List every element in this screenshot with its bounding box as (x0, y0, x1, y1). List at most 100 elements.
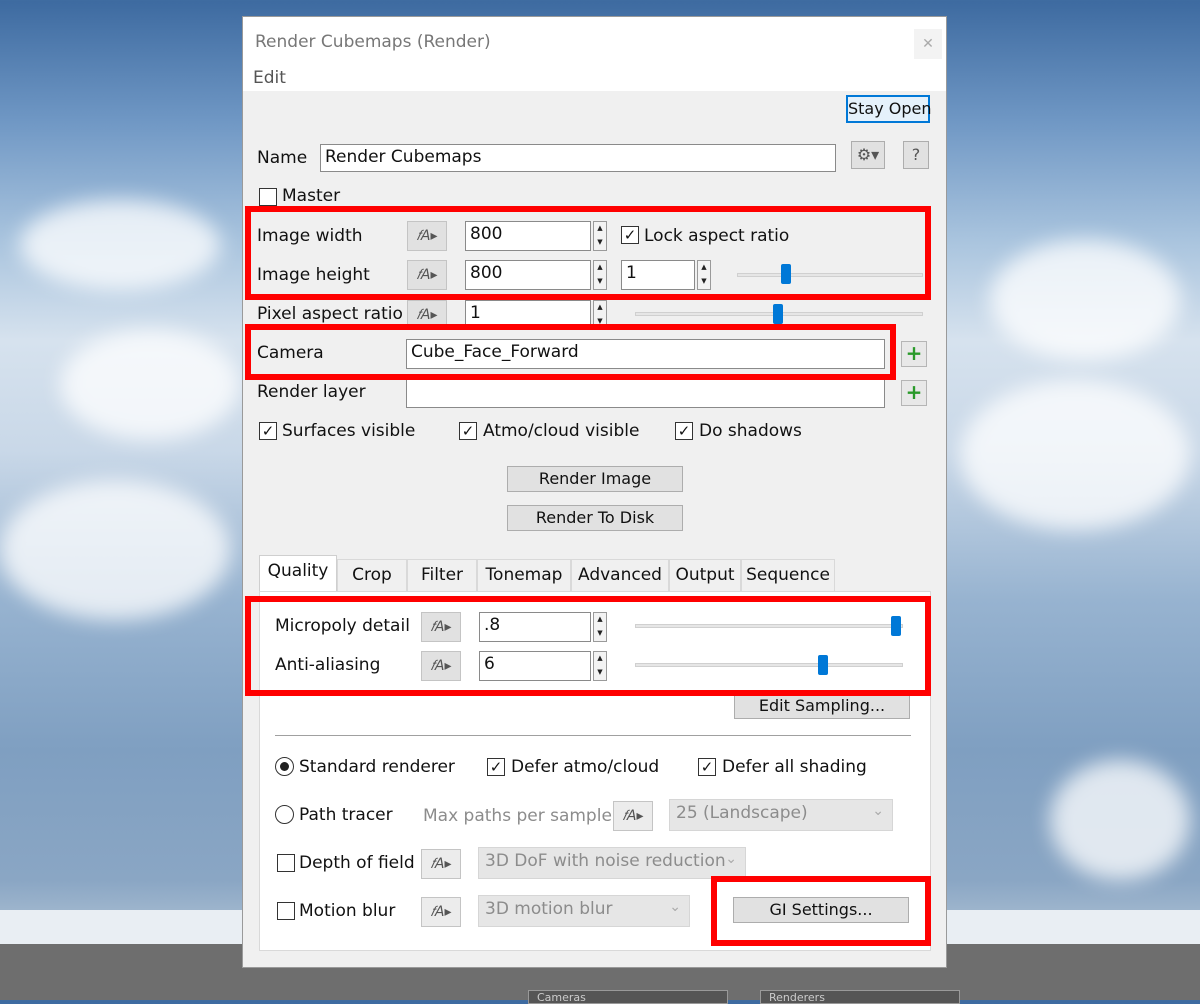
defer-shading-checkbox[interactable]: ✓ (698, 758, 716, 776)
atmo-visible-checkbox[interactable]: ✓ (459, 422, 477, 440)
cloud (960, 380, 1190, 530)
surfaces-visible-label: Surfaces visible (282, 421, 416, 441)
micropoly-label: Micropoly detail (275, 616, 410, 636)
do-shadows-checkbox[interactable]: ✓ (675, 422, 693, 440)
tab-quality[interactable]: Quality (259, 555, 337, 593)
master-label: Master (282, 186, 341, 206)
gi-settings-button[interactable]: GI Settings... (733, 897, 909, 923)
cloud (20, 200, 220, 290)
image-height-spinner[interactable]: ▲ ▼ (593, 260, 607, 290)
title-bar: Render Cubemaps (Render) ✕ (243, 17, 946, 67)
anim-icon[interactable]: 𝑓A▸ (421, 651, 461, 681)
antialiasing-field[interactable]: 6 (479, 651, 591, 681)
image-width-field[interactable]: 800 (465, 221, 591, 251)
help-button[interactable]: ? (903, 141, 929, 169)
antialiasing-label: Anti-aliasing (275, 655, 381, 675)
aspect-ratio-slider-track[interactable] (737, 273, 923, 277)
edit-sampling-button[interactable]: Edit Sampling... (734, 693, 910, 719)
aspect-ratio-spinner[interactable]: ▲ ▼ (697, 260, 711, 290)
dof-value: 3D DoF with noise reduction (485, 851, 726, 871)
micropoly-spinner[interactable]: ▲ ▼ (593, 612, 607, 642)
down-icon[interactable]: ▼ (594, 275, 606, 289)
tab-filter[interactable]: Filter (407, 559, 477, 591)
add-camera-icon[interactable]: + (901, 341, 927, 367)
camera-label: Camera (257, 343, 324, 363)
image-height-field[interactable]: 800 (465, 260, 591, 290)
standard-renderer-radio[interactable] (275, 757, 294, 776)
close-button[interactable]: ✕ (914, 29, 942, 59)
up-icon[interactable]: ▲ (594, 613, 606, 627)
chevron-down-icon: ⌄ (669, 899, 681, 915)
tab-advanced[interactable]: Advanced (571, 559, 669, 591)
motion-blur-label: Motion blur (299, 901, 396, 921)
render-image-button[interactable]: Render Image (507, 466, 683, 492)
pixel-aspect-field[interactable]: 1 (465, 300, 591, 330)
camera-field[interactable]: Cube_Face_Forward (406, 339, 885, 369)
motion-blur-checkbox[interactable] (277, 902, 295, 920)
aspect-ratio-field[interactable]: 1 (621, 260, 695, 290)
depth-of-field-checkbox[interactable] (277, 854, 295, 872)
anim-icon[interactable]: 𝑓A▸ (613, 801, 653, 831)
cameras-tab[interactable]: Cameras (528, 990, 728, 1004)
depth-of-field-dropdown[interactable]: 3D DoF with noise reduction ⌄ (478, 847, 746, 879)
master-checkbox[interactable] (259, 188, 277, 206)
max-paths-label: Max paths per sample (423, 806, 612, 826)
motion-blur-value: 3D motion blur (485, 899, 613, 919)
antialiasing-slider-thumb[interactable] (818, 655, 828, 675)
antialiasing-slider-track[interactable] (635, 663, 903, 667)
renderers-tab[interactable]: Renderers (760, 990, 960, 1004)
motion-blur-dropdown[interactable]: 3D motion blur ⌄ (478, 895, 690, 927)
menu-edit[interactable]: Edit (253, 68, 286, 88)
render-to-disk-button[interactable]: Render To Disk (507, 505, 683, 531)
down-icon[interactable]: ▼ (594, 315, 606, 329)
up-icon[interactable]: ▲ (594, 261, 606, 275)
up-icon[interactable]: ▲ (594, 222, 606, 236)
up-icon[interactable]: ▲ (594, 652, 606, 666)
depth-of-field-label: Depth of field (299, 853, 415, 873)
image-width-spinner[interactable]: ▲ ▼ (593, 221, 607, 251)
lock-aspect-checkbox[interactable]: ✓ (621, 226, 639, 244)
atmo-visible-label: Atmo/cloud visible (483, 421, 640, 441)
anim-icon[interactable]: 𝑓A▸ (407, 300, 447, 330)
divider (275, 735, 911, 736)
micropoly-slider-thumb[interactable] (891, 616, 901, 636)
render-layer-label: Render layer (257, 382, 366, 402)
max-paths-dropdown[interactable]: 25 (Landscape) ⌄ (669, 799, 893, 831)
tab-crop[interactable]: Crop (337, 559, 407, 591)
micropoly-field[interactable]: .8 (479, 612, 591, 642)
stay-open-button[interactable]: Stay Open (846, 95, 932, 123)
add-render-layer-icon[interactable]: + (901, 380, 927, 406)
name-field[interactable]: Render Cubemaps (320, 144, 836, 172)
aspect-ratio-slider-thumb[interactable] (781, 264, 791, 284)
down-icon[interactable]: ▼ (594, 236, 606, 250)
down-icon[interactable]: ▼ (698, 275, 710, 289)
down-icon[interactable]: ▼ (594, 627, 606, 641)
anim-icon[interactable]: 𝑓A▸ (407, 221, 447, 251)
pixel-aspect-spinner[interactable]: ▲ ▼ (593, 300, 607, 330)
anim-icon[interactable]: 𝑓A▸ (421, 612, 461, 642)
up-icon[interactable]: ▲ (698, 261, 710, 275)
anim-icon[interactable]: 𝑓A▸ (407, 260, 447, 290)
cloud (60, 330, 240, 440)
antialiasing-spinner[interactable]: ▲ ▼ (593, 651, 607, 681)
window-title: Render Cubemaps (Render) (255, 32, 491, 52)
pixel-aspect-slider-thumb[interactable] (773, 304, 783, 324)
do-shadows-label: Do shadows (699, 421, 802, 441)
render-layer-field[interactable] (406, 378, 885, 408)
down-icon[interactable]: ▼ (594, 666, 606, 680)
surfaces-visible-checkbox[interactable]: ✓ (259, 422, 277, 440)
max-paths-value: 25 (Landscape) (676, 803, 808, 823)
path-tracer-radio[interactable] (275, 805, 294, 824)
render-dialog: Render Cubemaps (Render) ✕ Edit Stay Ope… (242, 16, 947, 968)
gear-icon[interactable]: ⚙▾ (851, 141, 885, 169)
tab-tonemap[interactable]: Tonemap (477, 559, 571, 591)
tab-output[interactable]: Output (669, 559, 741, 591)
micropoly-slider-track[interactable] (635, 624, 903, 628)
anim-icon[interactable]: 𝑓A▸ (421, 849, 461, 879)
up-icon[interactable]: ▲ (594, 301, 606, 315)
defer-atmo-checkbox[interactable]: ✓ (487, 758, 505, 776)
defer-atmo-label: Defer atmo/cloud (511, 757, 660, 777)
anim-icon[interactable]: 𝑓A▸ (421, 897, 461, 927)
cloud (0, 480, 230, 620)
tab-sequence[interactable]: Sequence (741, 559, 835, 591)
